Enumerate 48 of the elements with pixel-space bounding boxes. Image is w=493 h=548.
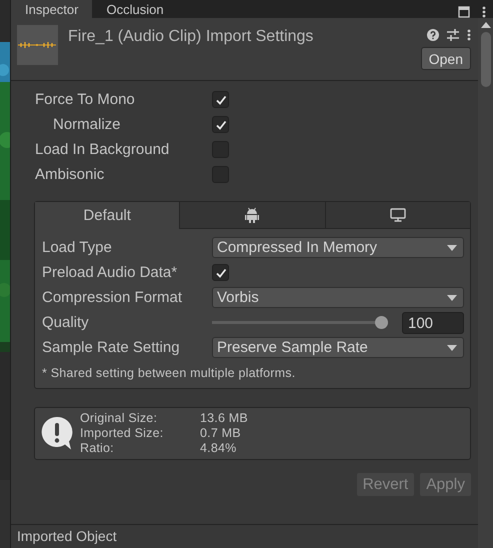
checkbox[interactable] — [212, 264, 229, 281]
info-label: Imported Size: — [80, 426, 164, 441]
setting-label: Load Type — [42, 239, 113, 256]
info-value: 4.84% — [200, 441, 238, 456]
info-label: Ratio: — [80, 441, 115, 456]
footnote: * Shared setting between multiple platforms. — [42, 365, 296, 382]
dropdown[interactable]: Vorbis — [212, 287, 464, 308]
setting-label: Compression Format — [42, 289, 184, 306]
help-icon[interactable] — [427, 29, 439, 41]
setting-label: Preload Audio Data* — [42, 264, 178, 281]
scroll-up-icon — [480, 22, 490, 28]
number-field[interactable]: 100 — [402, 312, 464, 334]
open-button[interactable]: Open — [420, 47, 471, 70]
dropdown[interactable]: Compressed In Memory — [212, 237, 464, 258]
info-value: 13.6 MB — [200, 411, 248, 426]
inspector-title: Fire_1 (Audio Clip) Import Settings — [68, 27, 314, 46]
scrollbar-thumb[interactable] — [480, 32, 490, 87]
more-icon[interactable] — [482, 6, 486, 18]
check-icon — [214, 118, 226, 130]
platform-tab[interactable] — [324, 202, 470, 229]
panel-tab[interactable]: Occlusion — [92, 0, 178, 18]
monitor-icon — [390, 208, 406, 222]
check-icon — [214, 94, 226, 106]
setting-label: Quality — [42, 314, 90, 331]
caret-icon — [447, 294, 457, 300]
alert-icon — [41, 416, 74, 452]
setting-label: Sample Rate Setting — [42, 339, 181, 356]
dropdown[interactable]: Preserve Sample Rate — [212, 337, 464, 358]
waveform-icon — [18, 41, 56, 49]
window-icon — [458, 6, 470, 18]
platform-tab[interactable]: Default — [35, 202, 180, 229]
sliders-icon[interactable] — [447, 29, 459, 41]
caret-icon — [447, 244, 457, 250]
panel-tab[interactable]: Inspector — [11, 0, 92, 18]
info-label: Original Size: — [80, 411, 158, 426]
option-label: Force To Mono — [35, 91, 136, 108]
option-label: Load In Background — [35, 141, 170, 158]
checkbox[interactable] — [212, 116, 229, 133]
android-icon — [245, 207, 260, 223]
caret-icon — [447, 344, 457, 350]
more-icon[interactable] — [467, 29, 471, 41]
option-label: Ambisonic — [35, 166, 106, 183]
option-label: Normalize — [52, 116, 122, 133]
info-value: 0.7 MB — [200, 426, 242, 441]
checkbox[interactable] — [212, 91, 229, 108]
section-title: Imported Object — [17, 528, 117, 544]
check-icon — [214, 266, 226, 278]
platform-tab[interactable] — [179, 202, 325, 229]
